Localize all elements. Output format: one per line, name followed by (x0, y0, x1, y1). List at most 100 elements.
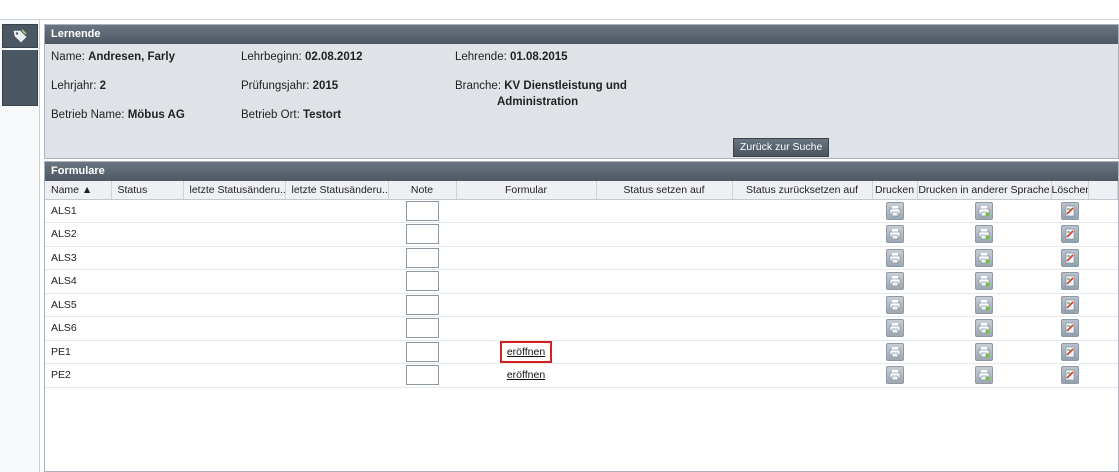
col-drucken[interactable]: Drucken (872, 181, 918, 200)
delete-form-icon[interactable] (1060, 295, 1079, 314)
back-to-search-button[interactable]: Zurück zur Suche (733, 138, 830, 157)
betrieb-name-value: Möbus AG (127, 109, 185, 121)
row-status (111, 316, 183, 341)
col-loeschen[interactable]: Löschen (1051, 181, 1089, 200)
branche-field: Branche: KV Dienstleistung und (455, 80, 627, 92)
printer-icon[interactable] (885, 272, 904, 291)
col-drucken-sprache[interactable]: Drucken in anderer Sprache (917, 181, 1052, 200)
row-name: PE2 (45, 363, 111, 388)
row-loeschen (1051, 340, 1088, 364)
col-formular[interactable]: Formular (456, 181, 597, 200)
printer-language-icon[interactable] (975, 225, 993, 244)
row-formular: eröffnen (456, 340, 596, 364)
delete-form-icon[interactable] (1060, 366, 1079, 385)
delete-form-icon[interactable] (1060, 201, 1079, 220)
col-status-setzen[interactable]: Status setzen auf (596, 181, 733, 200)
row-formular (456, 246, 596, 270)
col-name[interactable]: Name ▲ (45, 181, 112, 200)
delete-form-icon[interactable] (1060, 272, 1079, 291)
col-letzte-statusaenderung-2[interactable]: letzte Statusänderu... (285, 181, 389, 200)
printer-icon[interactable] (885, 295, 904, 314)
row-letzte-1 (183, 363, 285, 388)
lehrjahr-label: Lehrjahr: (51, 80, 100, 92)
betrieb-ort-label: Betrieb Ort: (241, 109, 303, 121)
col-status[interactable]: Status (111, 181, 184, 200)
row-status-zuruecksetzen (732, 246, 872, 270)
lernende-title: Lernende (45, 25, 1118, 44)
row-formular: eröffnen (456, 363, 596, 388)
row-formular (456, 316, 596, 341)
col-note[interactable]: Note (388, 181, 457, 200)
eroeffnen-link[interactable]: eröffnen (507, 369, 545, 381)
row-status-setzen (596, 363, 732, 388)
row-spacer (1088, 222, 1118, 247)
printer-language-icon[interactable] (975, 272, 993, 291)
note-input[interactable] (405, 341, 439, 362)
printer-language-icon[interactable] (975, 248, 993, 267)
printer-icon[interactable] (885, 342, 904, 361)
lehrjahr-field: Lehrjahr: 2 (51, 80, 106, 92)
row-drucken (872, 246, 917, 270)
row-note (388, 222, 456, 247)
printer-icon[interactable] (885, 319, 904, 338)
printer-icon[interactable] (885, 248, 904, 267)
delete-form-icon[interactable] (1060, 319, 1079, 338)
col-letzte-statusaenderung-1[interactable]: letzte Statusänderu... (183, 181, 286, 200)
printer-language-icon[interactable] (975, 319, 993, 338)
lernende-panel: Lernende Name: Andresen, Farly Lehrbegin… (44, 24, 1119, 159)
note-input[interactable] (405, 365, 439, 386)
delete-form-icon[interactable] (1060, 225, 1079, 244)
row-note (388, 246, 456, 270)
row-drucken-sprache (917, 293, 1051, 317)
printer-language-icon[interactable] (975, 342, 993, 361)
betrieb-ort-value: Testort (303, 109, 342, 121)
row-letzte-1 (183, 316, 285, 341)
row-name: ALS3 (45, 246, 111, 270)
lehrjahr-value: 2 (99, 80, 106, 92)
note-input[interactable] (405, 271, 439, 292)
lehrende-label: Lehrende: (455, 51, 510, 63)
note-input[interactable] (405, 318, 439, 339)
row-name: ALS1 (45, 199, 111, 223)
row-status (111, 199, 183, 223)
printer-language-icon[interactable] (975, 295, 993, 314)
row-formular (456, 199, 596, 223)
row-loeschen (1051, 269, 1088, 294)
row-drucken (872, 199, 917, 223)
row-status-zuruecksetzen (732, 316, 872, 341)
table-row: ALS3 (45, 246, 1118, 270)
note-input[interactable] (405, 247, 439, 268)
delete-form-icon[interactable] (1060, 342, 1079, 361)
row-status-zuruecksetzen (732, 340, 872, 364)
eroeffnen-link[interactable]: eröffnen (507, 346, 545, 358)
printer-icon[interactable] (885, 225, 904, 244)
row-letzte-2 (285, 246, 388, 270)
name-field: Name: Andresen, Farly (51, 51, 175, 63)
row-status-setzen (596, 246, 732, 270)
printer-language-icon[interactable] (975, 201, 993, 220)
row-status-zuruecksetzen (732, 222, 872, 247)
printer-icon[interactable] (885, 366, 904, 385)
note-input[interactable] (405, 200, 439, 221)
row-name: ALS6 (45, 316, 111, 341)
row-note (388, 293, 456, 317)
row-loeschen (1051, 222, 1088, 247)
row-status (111, 222, 183, 247)
row-drucken-sprache (917, 199, 1051, 223)
tag-edit-icon[interactable] (2, 24, 38, 48)
printer-language-icon[interactable] (975, 366, 993, 385)
note-input[interactable] (405, 224, 439, 245)
row-letzte-1 (183, 293, 285, 317)
row-letzte-2 (285, 340, 388, 364)
row-drucken-sprache (917, 340, 1051, 364)
row-note (388, 363, 456, 388)
col-status-zuruecksetzen[interactable]: Status zurücksetzen auf (732, 181, 873, 200)
table-row: PE2 eröffnen (45, 363, 1118, 388)
printer-icon[interactable] (885, 201, 904, 220)
row-formular (456, 293, 596, 317)
row-letzte-1 (183, 246, 285, 270)
delete-form-icon[interactable] (1060, 248, 1079, 267)
note-input[interactable] (405, 294, 439, 315)
row-spacer (1088, 316, 1118, 341)
row-drucken-sprache (917, 363, 1051, 388)
